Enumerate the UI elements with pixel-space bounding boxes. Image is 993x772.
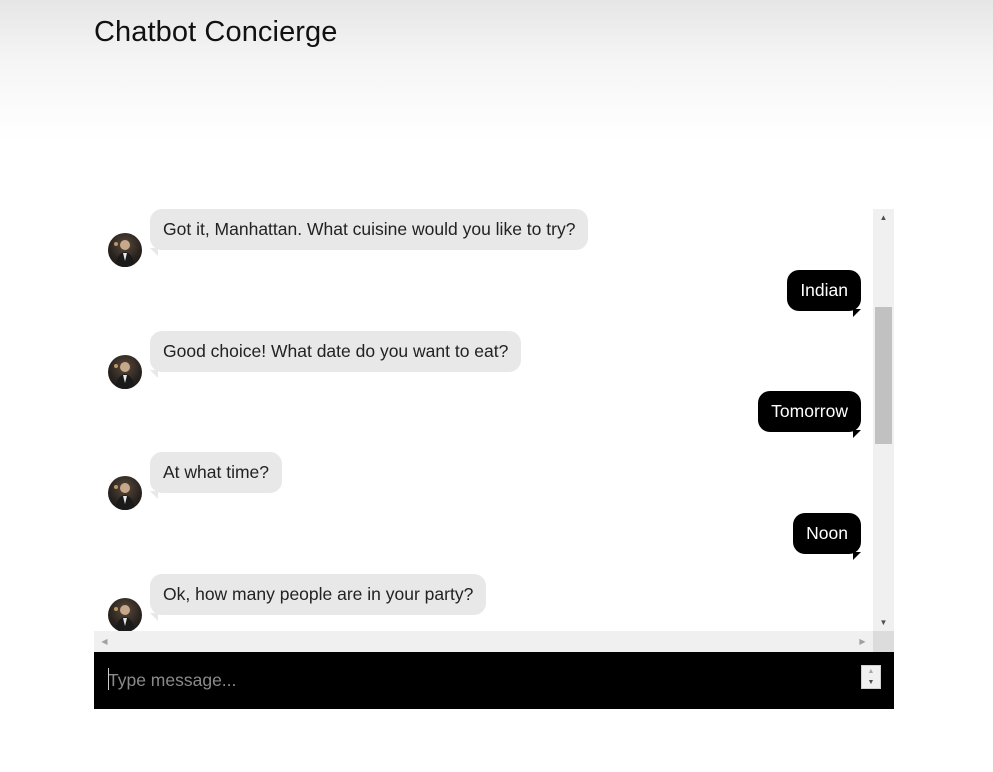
horizontal-scrollbar[interactable]: ◀ ▶: [94, 631, 873, 652]
header: Chatbot Concierge: [0, 0, 993, 142]
bot-avatar: [108, 476, 142, 510]
app-title: Chatbot Concierge: [94, 16, 338, 48]
bot-avatar: [108, 355, 142, 389]
user-message: Tomorrow: [758, 391, 861, 438]
bot-message: Got it, Manhattan. What cuisine would yo…: [150, 209, 589, 256]
bot-message: At what time?: [150, 452, 283, 499]
user-message-row: Indian: [94, 270, 873, 330]
bot-message: Good choice! What date do you want to ea…: [150, 331, 522, 378]
triangle-down-icon[interactable]: ▼: [873, 614, 894, 631]
user-message: Noon: [793, 513, 861, 560]
user-message-row: Noon: [94, 513, 873, 573]
bot-message-row: At what time?: [94, 452, 873, 512]
bot-message-row: Got it, Manhattan. What cuisine would yo…: [94, 209, 873, 269]
bot-message-row: Good choice! What date do you want to ea…: [94, 331, 873, 391]
bot-avatar-photo: [114, 605, 135, 631]
user-message-row: Tomorrow: [94, 391, 873, 451]
bot-avatar: [108, 598, 142, 631]
bot-message-row: Ok, how many people are in your party?: [94, 574, 873, 631]
triangle-right-icon[interactable]: ▶: [854, 631, 871, 652]
vertical-scrollbar[interactable]: ▲ ▼: [873, 209, 894, 631]
triangle-left-icon[interactable]: ◀: [96, 631, 113, 652]
triangle-down-icon[interactable]: ▼: [862, 677, 880, 688]
bot-avatar-photo: [114, 240, 135, 267]
message-composer: ▲ ▼: [94, 652, 894, 709]
text-caret: [108, 668, 109, 690]
bot-avatar-photo: [114, 362, 135, 389]
bot-message: Ok, how many people are in your party?: [150, 574, 487, 621]
bot-avatar-photo: [114, 483, 135, 510]
triangle-up-icon[interactable]: ▲: [862, 666, 880, 677]
message-input[interactable]: [108, 665, 848, 695]
bot-avatar: [108, 233, 142, 267]
chat-message-list[interactable]: Got it, Manhattan. What cuisine would yo…: [94, 209, 873, 631]
triangle-up-icon[interactable]: ▲: [873, 209, 894, 226]
input-scrollbar[interactable]: ▲ ▼: [861, 665, 881, 689]
user-message: Indian: [787, 270, 861, 317]
scrollbar-thumb[interactable]: [875, 307, 892, 444]
chat-panel: Got it, Manhattan. What cuisine would yo…: [94, 209, 894, 652]
scrollbar-corner: [873, 631, 894, 652]
